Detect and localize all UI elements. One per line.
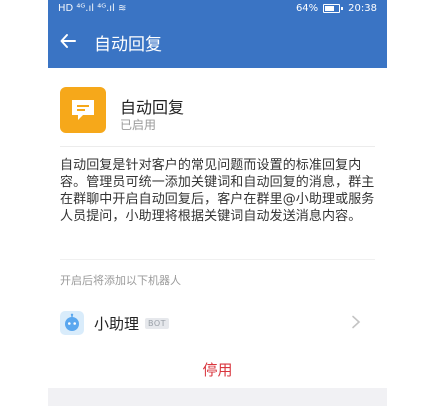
status-right: 64% 20:38 bbox=[296, 3, 377, 14]
signal-icons: HD ⁴ᴳ.ıl ⁴ᴳ.ıl ≋ bbox=[58, 3, 127, 14]
message-icon bbox=[60, 87, 106, 133]
status-bar: HD ⁴ᴳ.ıl ⁴ᴳ.ıl ≋ 64% 20:38 bbox=[48, 0, 387, 17]
divider bbox=[60, 146, 375, 147]
app-status: 已启用 bbox=[120, 118, 157, 132]
divider bbox=[60, 259, 375, 260]
robot-row[interactable]: 小助理 BOT bbox=[48, 301, 387, 345]
battery-percent: 64% bbox=[295, 3, 319, 14]
battery-tip bbox=[341, 7, 344, 10]
bot-badge: BOT bbox=[145, 317, 170, 329]
robot-section-label: 开启后将添加以下机器人 bbox=[60, 274, 181, 287]
chevron-right-icon bbox=[351, 313, 361, 334]
page-title: 自动回复 bbox=[94, 35, 162, 55]
back-arrow-icon[interactable] bbox=[48, 32, 88, 53]
disable-button[interactable]: 停用 bbox=[48, 350, 387, 388]
robot-avatar-icon bbox=[60, 311, 84, 335]
app-description: 自动回复是针对客户的常见问题而设置的标准回复内容。管理员可统一添加关键词和自动回… bbox=[60, 158, 375, 224]
clock: 20:38 bbox=[348, 3, 377, 14]
robot-name: 小助理 bbox=[94, 314, 140, 333]
phone-screen: HD ⁴ᴳ.ıl ⁴ᴳ.ıl ≋ 64% 20:38 自动回复 自动回复 已启用… bbox=[48, 0, 387, 406]
title-bar: 自动回复 bbox=[48, 17, 387, 68]
app-name: 自动回复 bbox=[120, 98, 185, 117]
battery-icon bbox=[323, 4, 341, 13]
app-detail-card: 自动回复 已启用 自动回复是针对客户的常见问题而设置的标准回复内容。管理员可统一… bbox=[48, 68, 387, 351]
